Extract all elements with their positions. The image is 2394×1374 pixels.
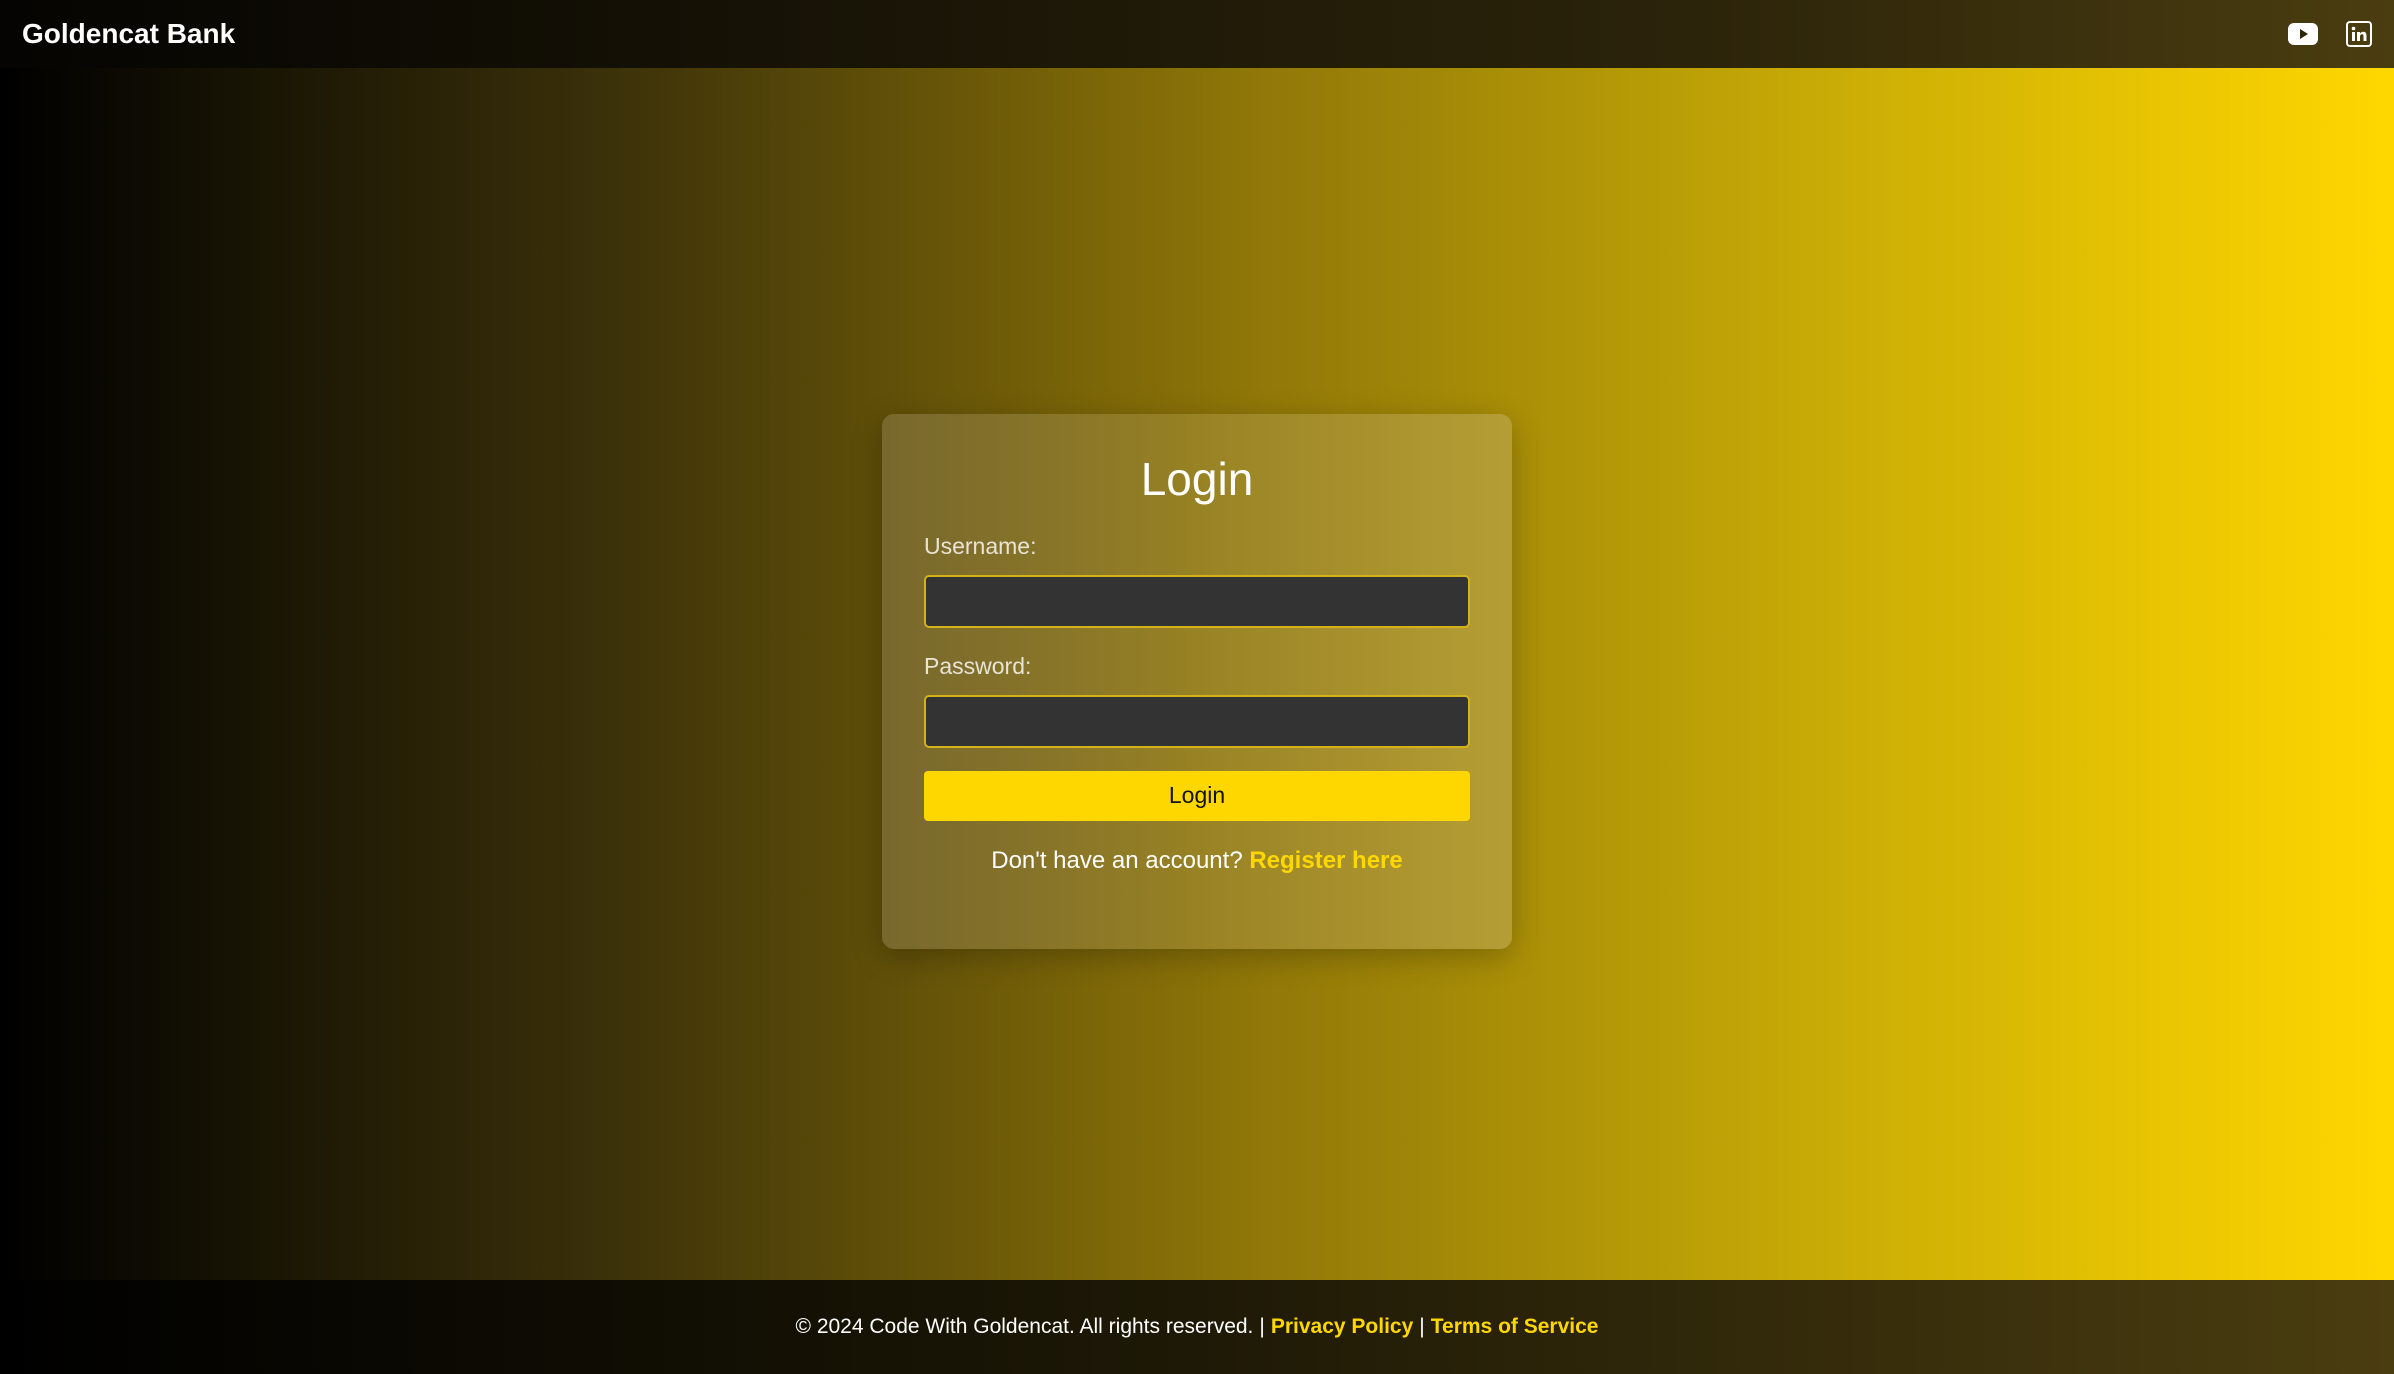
footer-separator: | [1259,1315,1265,1338]
page-footer: © 2024 Code With Goldencat. All rights r… [0,1280,2394,1374]
register-prompt-text: Don't have an account? [991,846,1243,874]
register-link[interactable]: Register here [1249,847,1402,874]
register-prompt: Don't have an account? Register here [924,847,1470,875]
terms-of-service-link[interactable]: Terms of Service [1431,1315,1599,1339]
password-label: Password: [924,652,1032,679]
footer-separator: | [1419,1315,1425,1338]
password-input[interactable] [924,694,1470,748]
copyright-text: © 2024 Code With Goldencat. All rights r… [795,1315,1254,1338]
login-title: Login [1140,453,1254,505]
youtube-icon[interactable] [2288,23,2318,45]
social-links [2288,21,2372,47]
brand-logo-text[interactable]: Goldencat Bank [22,18,235,50]
username-input[interactable] [924,574,1470,628]
linkedin-icon[interactable] [2346,21,2372,47]
login-card: Login Username: Password: Login Don't ha… [882,414,1512,949]
top-header: Goldencat Bank [0,0,2394,68]
login-button[interactable]: Login [924,770,1470,821]
username-label: Username: [924,532,1037,559]
privacy-policy-link[interactable]: Privacy Policy [1271,1315,1413,1339]
